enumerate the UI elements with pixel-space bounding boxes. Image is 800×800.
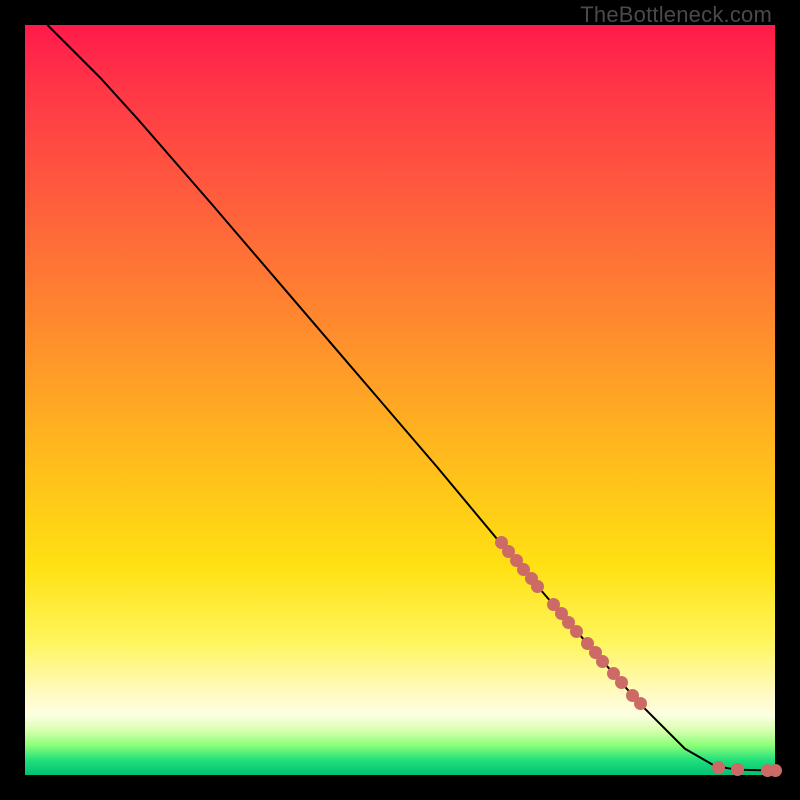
sample-point [570, 625, 583, 638]
sample-point [615, 676, 628, 689]
chart-frame: TheBottleneck.com [0, 0, 800, 800]
sample-point [769, 764, 782, 777]
bottleneck-curve [48, 25, 776, 771]
sample-point [531, 580, 544, 593]
sample-point [731, 763, 744, 776]
sample-point [634, 697, 647, 710]
sample-point [596, 655, 609, 668]
curve-svg [25, 25, 775, 775]
chart-area [25, 25, 775, 775]
